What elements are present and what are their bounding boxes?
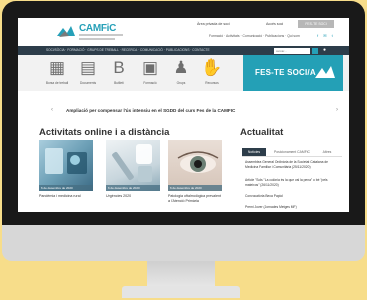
main-nav-items[interactable]: SOCI/SÒCIA · FORMACIÓ · GRUPS DE TREBALL… bbox=[46, 48, 210, 52]
site-logo[interactable]: CAMFiC bbox=[79, 23, 116, 34]
logo-tagline-line bbox=[79, 34, 123, 36]
activity-title: Patologia oftalmològica prevalent a l'At… bbox=[168, 194, 221, 203]
letter-b-icon: B bbox=[113, 58, 125, 77]
screen: CAMFiC Àrea privada de soci Accés soci F… bbox=[18, 18, 349, 212]
tab-positioning[interactable]: Posicionament CAMFiC bbox=[268, 148, 316, 156]
box-icon: ▦ bbox=[48, 58, 66, 77]
document-icon: ▤ bbox=[79, 58, 97, 77]
tab-news[interactable]: Notícies bbox=[242, 148, 266, 156]
quick-link-label: Butlletí bbox=[114, 81, 124, 85]
camfic-logo-icon bbox=[57, 26, 75, 37]
monitor: CAMFiC Àrea privada de soci Accés soci F… bbox=[2, 1, 365, 261]
announcement-text[interactable]: Ampliació per compensar l'ús intensiu en… bbox=[66, 108, 235, 113]
announcement-bar: ‹ Ampliació per compensar l'ús intensiu … bbox=[18, 104, 349, 118]
quick-link-label: Borsa de treball bbox=[45, 81, 69, 85]
activity-title: Urgències 2020 bbox=[106, 194, 132, 198]
main-navbar: SOCI/SÒCIA · FORMACIÓ · GRUPS DE TREBALL… bbox=[18, 46, 349, 55]
quick-link-3[interactable]: B Butlletí bbox=[106, 58, 132, 85]
quick-link-6[interactable]: ✋ Recursos bbox=[199, 58, 225, 85]
news-tabs: Notícies Posicionament CAMFiC Altres bbox=[242, 148, 342, 156]
activity-date: 6 de desembre de 2020 bbox=[106, 185, 160, 191]
member-login-link[interactable]: Accés soci bbox=[266, 22, 283, 26]
activity-card[interactable]: 6 de desembre de 2020 Urgències 2020 bbox=[106, 140, 160, 199]
monitor-stand-neck bbox=[147, 261, 215, 287]
activity-image: 6 de desembre de 2020 bbox=[168, 140, 222, 191]
private-area-link[interactable]: Àrea privada de soci bbox=[197, 22, 230, 26]
quick-link-4[interactable]: ▣ Formació bbox=[137, 58, 163, 85]
activity-title: Pandèmia i medicina rural bbox=[39, 194, 81, 198]
tab-others[interactable]: Altres bbox=[318, 148, 336, 156]
chevron-left-icon[interactable]: ‹ bbox=[51, 107, 53, 113]
secondary-nav[interactable]: Formació · Activitats · Comunicació · Pu… bbox=[209, 34, 300, 38]
activity-image: 6 de desembre de 2020 bbox=[106, 140, 160, 191]
quick-link-5[interactable]: ♟ Grups bbox=[168, 58, 194, 85]
divider bbox=[242, 156, 342, 157]
news-heading: Actualitat bbox=[240, 127, 284, 138]
quick-link-label: Formació bbox=[143, 81, 157, 85]
social-icons[interactable]: f ✉ t bbox=[317, 33, 335, 38]
eye-icon bbox=[177, 151, 219, 173]
people-icon: ♟ bbox=[173, 58, 189, 77]
activities-heading: Activitats online i a distància bbox=[39, 127, 170, 138]
quick-link-label: Documents bbox=[79, 81, 97, 85]
news-item[interactable]: Premi Jover (Jornades Metges MF) bbox=[245, 205, 337, 210]
news-item[interactable]: Convocatòria Beca Papiol bbox=[245, 194, 337, 199]
activity-date: 6 de desembre de 2020 bbox=[39, 185, 93, 191]
activity-image: 6 de desembre de 2020 bbox=[39, 140, 93, 191]
monitor-stand-base bbox=[122, 286, 240, 298]
quick-link-label: Recursos bbox=[205, 81, 219, 85]
building-icon: ▣ bbox=[141, 58, 159, 77]
chevron-right-icon[interactable]: › bbox=[336, 107, 338, 113]
activity-date: 6 de desembre de 2020 bbox=[168, 185, 222, 191]
monitor-chin bbox=[2, 225, 365, 261]
quick-link-2[interactable]: ▤ Documents bbox=[75, 58, 101, 85]
promo-text: FES-TE SOCI/A bbox=[255, 68, 316, 77]
membership-promo-banner[interactable]: FES-TE SOCI/A bbox=[243, 55, 343, 91]
camfic-logo-icon bbox=[315, 66, 335, 78]
become-member-button[interactable]: FES-TE SOCI bbox=[298, 20, 334, 28]
logo-tagline-line-2 bbox=[79, 38, 115, 40]
quick-link-label: Grups bbox=[176, 81, 186, 85]
news-item[interactable]: Assemblea General Ordinària de la Societ… bbox=[245, 160, 337, 170]
hand-icon: ✋ bbox=[201, 58, 223, 77]
search-button[interactable] bbox=[312, 47, 318, 54]
news-item[interactable]: Article "Sols "La colònia és la que val … bbox=[245, 178, 337, 188]
search-input[interactable] bbox=[274, 47, 310, 54]
medical-photo-icon bbox=[45, 148, 87, 174]
site-header: CAMFiC Àrea privada de soci Accés soci F… bbox=[18, 18, 349, 46]
syringe-icon bbox=[112, 144, 152, 182]
quick-link-1[interactable]: ▦ Borsa de treball bbox=[44, 58, 70, 85]
activity-card[interactable]: 6 de desembre de 2020 Patologia oftalmol… bbox=[168, 140, 222, 204]
activity-card[interactable]: 6 de desembre de 2020 Pandèmia i medicin… bbox=[39, 140, 93, 199]
user-icon[interactable]: ● bbox=[323, 47, 326, 53]
